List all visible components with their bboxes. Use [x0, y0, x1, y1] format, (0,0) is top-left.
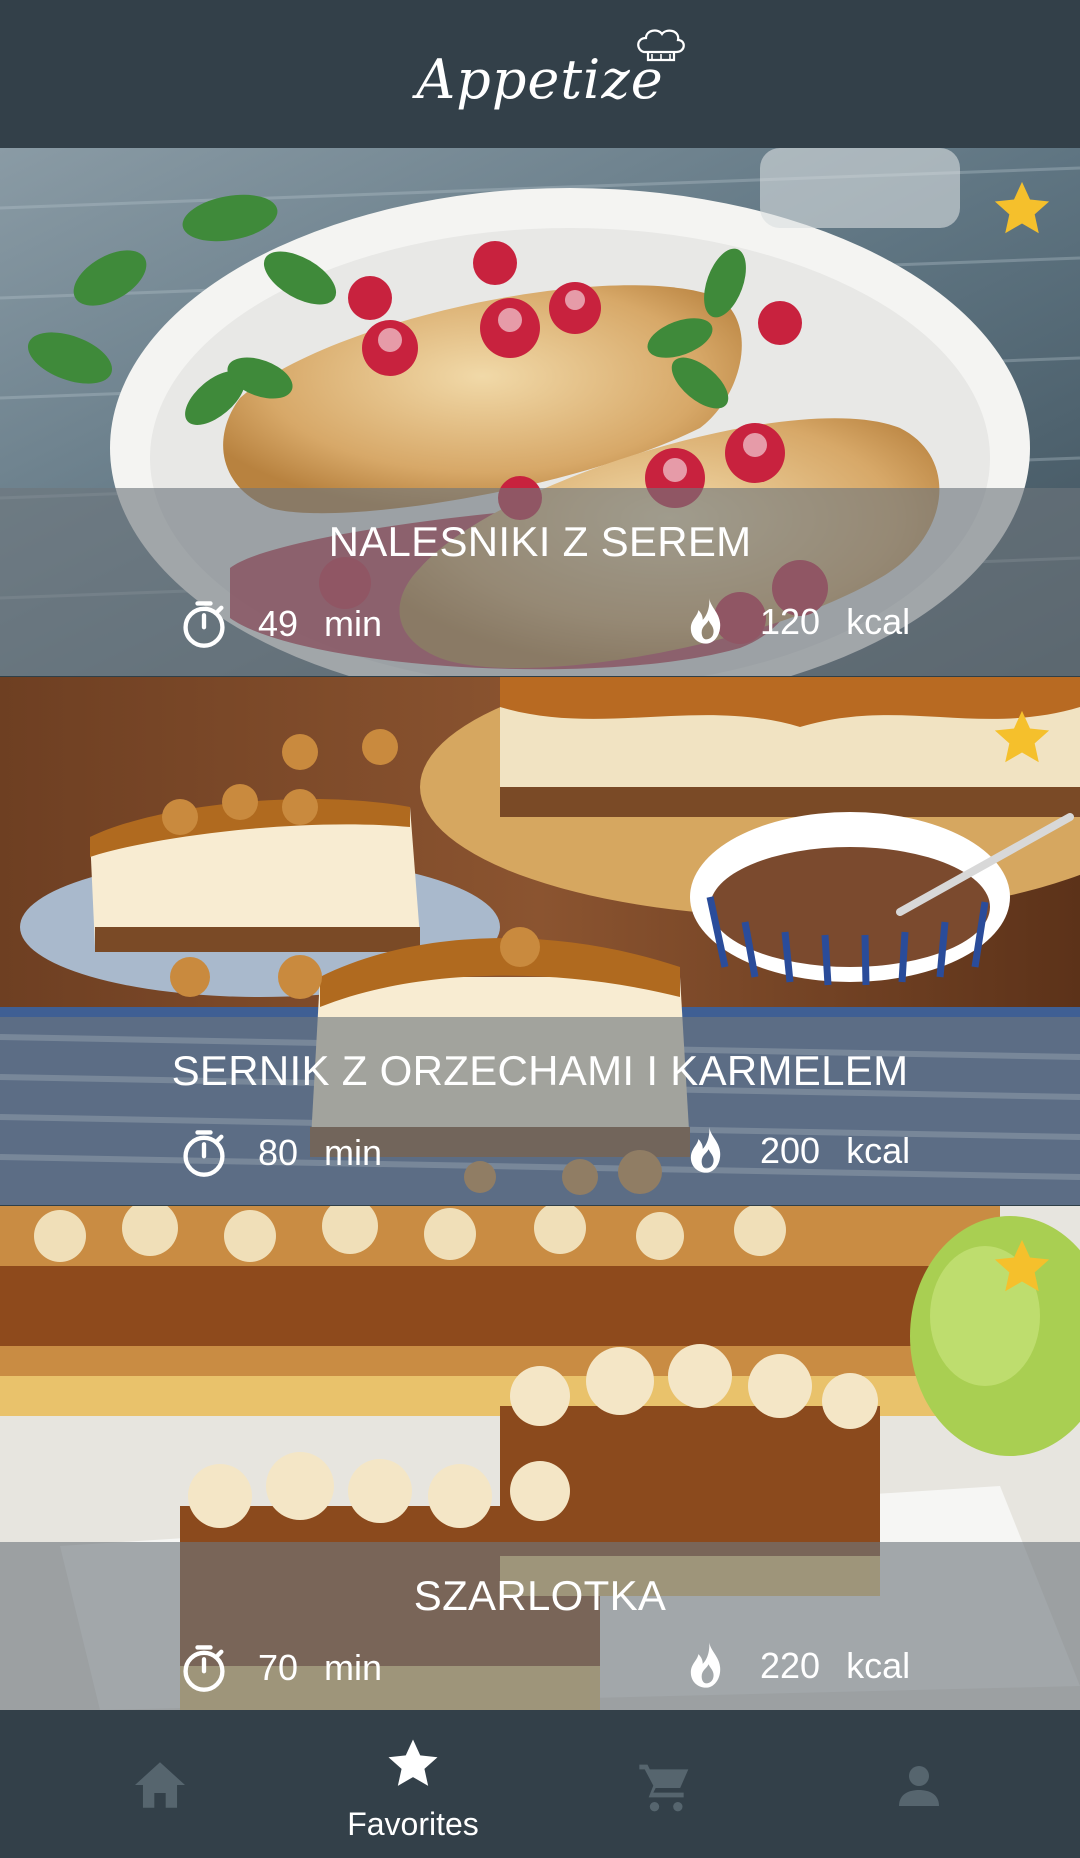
nav-cart[interactable]	[530, 1710, 800, 1858]
prep-time-unit: min	[324, 1132, 383, 1173]
prep-time-unit: min	[324, 603, 383, 644]
recipe-info-panel: SZARLOTKA 70 min 220 kcal	[0, 1542, 1080, 1710]
calories: 200 kcal	[680, 1125, 910, 1177]
recipe-info-panel: NALESNIKI Z SEREM 49 min 120 kcal	[0, 488, 1080, 676]
calories: 220 kcal	[680, 1640, 910, 1692]
bottom-navigation: Favorites	[0, 1710, 1080, 1858]
account-icon	[899, 1766, 939, 1806]
prep-time-value: 80	[258, 1132, 299, 1173]
calories: 120 kcal	[680, 596, 910, 648]
calories-unit: kcal	[846, 1130, 911, 1171]
stopwatch-icon	[183, 1645, 225, 1692]
app-header: Appetize	[0, 0, 1080, 148]
favorite-star-icon[interactable]	[990, 178, 1054, 240]
recipe-title: NALESNIKI Z SEREM	[328, 518, 752, 565]
recipe-info-panel: SERNIK Z ORZECHAMI I KARMELEM 80 min 200…	[0, 1017, 1080, 1205]
calories-value: 200	[760, 1130, 821, 1171]
recipe-card[interactable]: NALESNIKI Z SEREM 49 min 120 kcal	[0, 148, 1080, 676]
calories-unit: kcal	[846, 1645, 911, 1686]
prep-time: 70 min	[178, 1642, 382, 1694]
prep-time: 80 min	[178, 1127, 382, 1179]
home-icon	[135, 1762, 185, 1808]
cart-icon	[639, 1764, 689, 1812]
prep-time-value: 70	[258, 1647, 299, 1688]
recipe-title: SZARLOTKA	[413, 1572, 667, 1619]
flame-icon	[690, 598, 721, 644]
stopwatch-icon	[183, 1130, 225, 1177]
recipe-title: SERNIK Z ORZECHAMI I KARMELEM	[171, 1047, 909, 1094]
prep-time-unit: min	[324, 1647, 383, 1688]
calories-unit: kcal	[846, 601, 911, 642]
flame-icon	[690, 1127, 721, 1173]
nav-account[interactable]	[784, 1710, 1054, 1858]
star-icon	[388, 1739, 438, 1786]
stopwatch-icon	[183, 601, 225, 648]
nav-home[interactable]	[25, 1710, 295, 1858]
recipe-card[interactable]: SERNIK Z ORZECHAMI I KARMELEM 80 min 200…	[0, 677, 1080, 1205]
favorite-star-icon[interactable]	[990, 707, 1054, 769]
app-title: Appetize	[416, 47, 664, 111]
calories-value: 220	[760, 1645, 821, 1686]
nav-favorites[interactable]: Favorites	[278, 1710, 548, 1858]
nav-favorites-label: Favorites	[347, 1806, 479, 1842]
favorite-star-icon[interactable]	[990, 1236, 1054, 1298]
calories-value: 120	[760, 601, 821, 642]
recipe-card[interactable]: SZARLOTKA 70 min 220 kcal	[0, 1206, 1080, 1710]
chef-hat-icon	[636, 28, 685, 61]
flame-icon	[690, 1642, 721, 1688]
prep-time: 49 min	[178, 598, 382, 650]
app-logo: Appetize	[416, 28, 685, 111]
prep-time-value: 49	[258, 603, 299, 644]
